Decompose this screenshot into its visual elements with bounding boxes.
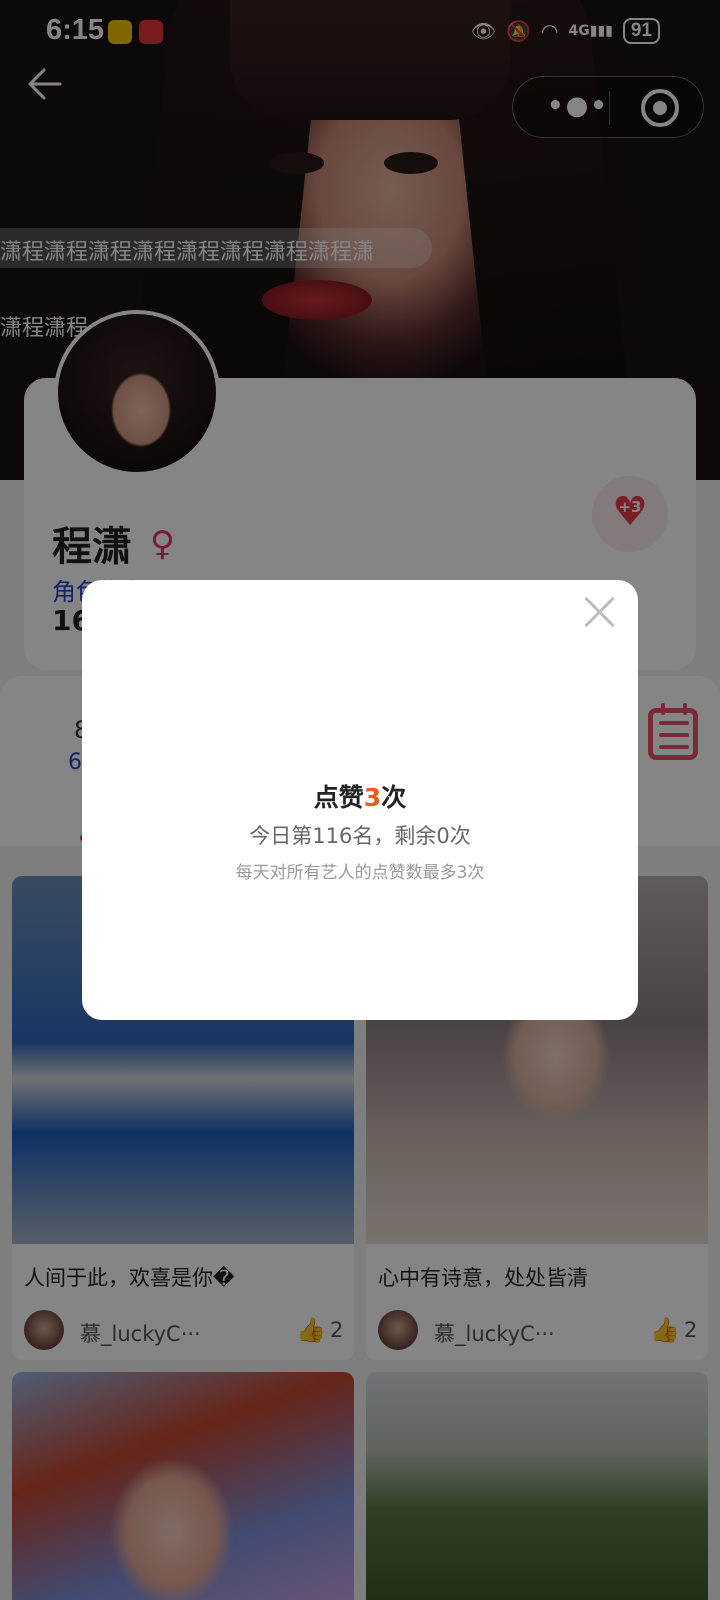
dialog-rank-text: 今日第116名，剩余0次 bbox=[249, 824, 471, 848]
like-result-dialog: 点赞3次 今日第116名，剩余0次 每天对所有艺人的点赞数最多3次 bbox=[82, 580, 638, 1020]
dialog-title-suffix: 次 bbox=[381, 783, 407, 812]
dialog-title: 点赞3次 bbox=[82, 778, 638, 814]
dialog-title-prefix: 点赞 bbox=[313, 783, 364, 812]
dialog-note: 每天对所有艺人的点赞数最多3次 bbox=[235, 863, 485, 883]
dialog-like-count: 3 bbox=[363, 783, 382, 812]
close-icon[interactable] bbox=[582, 594, 618, 630]
